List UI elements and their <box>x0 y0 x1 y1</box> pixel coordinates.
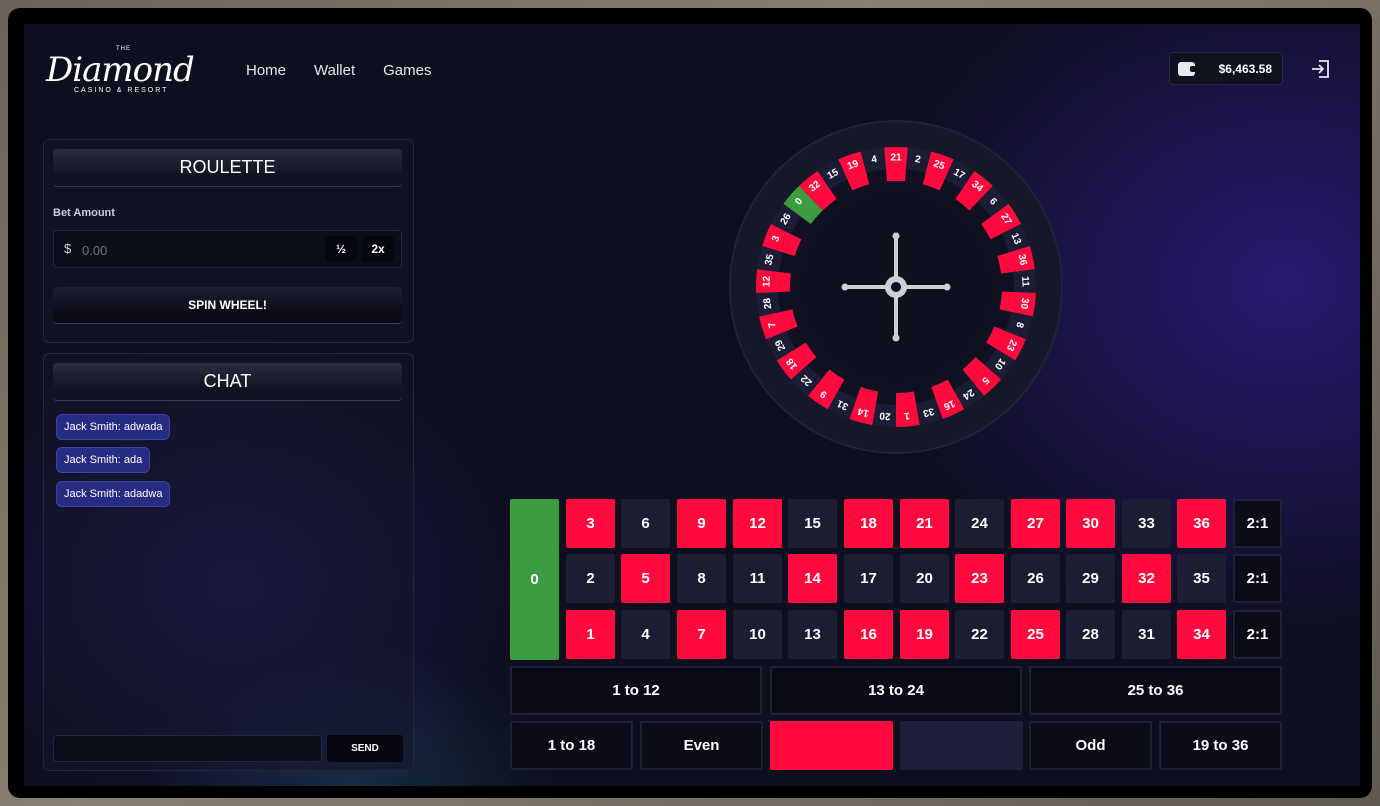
wheel-number: 30 <box>1018 297 1030 310</box>
bet-number[interactable]: 26 <box>1011 554 1060 603</box>
chat-input[interactable] <box>53 735 322 762</box>
bet-number[interactable]: 13 <box>788 610 837 659</box>
bet-odd[interactable]: Odd <box>1029 721 1152 770</box>
bet-even[interactable]: Even <box>640 721 763 770</box>
bet-number[interactable]: 28 <box>1066 610 1115 659</box>
chat-message: Jack Smith: ada <box>56 447 151 473</box>
nav-wallet[interactable]: Wallet <box>314 62 355 79</box>
bet-amount-field: $ ½ 2x <box>53 230 402 268</box>
spin-wheel-button[interactable]: SPIN WHEEL! <box>53 287 402 324</box>
bet-number[interactable]: 11 <box>733 554 782 603</box>
bet-number[interactable]: 3 <box>566 499 615 548</box>
bet-number[interactable]: 19 <box>900 610 949 659</box>
bet-number[interactable]: 6 <box>621 499 670 548</box>
bet-number[interactable]: 5 <box>621 554 670 603</box>
bet-column[interactable]: 2:1 <box>1233 554 1282 603</box>
wheel-number: 20 <box>879 410 891 422</box>
bet-column[interactable]: 2:1 <box>1233 610 1282 659</box>
send-button[interactable]: SEND <box>327 735 403 762</box>
bet-number[interactable]: 12 <box>733 499 782 548</box>
logo-wordmark: Diamond <box>46 50 195 90</box>
bet-low[interactable]: 1 to 18 <box>510 721 633 770</box>
wheel-number: 21 <box>890 153 902 164</box>
balance-amount: $6,463.58 <box>1218 62 1272 76</box>
bet-number[interactable]: 14 <box>788 554 837 603</box>
half-bet-button[interactable]: ½ <box>325 236 357 262</box>
bet-number[interactable]: 4 <box>621 610 670 659</box>
bet-dozen[interactable]: 25 to 36 <box>1029 666 1282 715</box>
wallet-icon <box>1178 62 1197 76</box>
bet-zero[interactable]: 0 <box>510 499 559 660</box>
bet-number[interactable]: 30 <box>1066 499 1115 548</box>
casino-app: THE Diamond CASINO & RESORT Home Wallet … <box>24 24 1360 786</box>
main-nav: Home Wallet Games <box>246 62 432 79</box>
wheel-number: 28 <box>762 297 774 310</box>
bet-number[interactable]: 23 <box>955 554 1004 603</box>
roulette-title: ROULETTE <box>53 149 402 187</box>
bet-amount-label: Bet Amount <box>53 207 115 219</box>
bet-number[interactable]: 34 <box>1177 610 1226 659</box>
bet-number[interactable]: 35 <box>1177 554 1226 603</box>
bet-number[interactable]: 10 <box>733 610 782 659</box>
nav-home[interactable]: Home <box>246 62 286 79</box>
bet-dozen[interactable]: 1 to 12 <box>510 666 762 715</box>
bet-number[interactable]: 31 <box>1122 610 1171 659</box>
bet-number[interactable]: 1 <box>566 610 615 659</box>
bet-number[interactable]: 25 <box>1011 610 1060 659</box>
bet-number[interactable]: 17 <box>844 554 893 603</box>
logout-icon[interactable] <box>1311 60 1331 78</box>
wheel-number: 12 <box>761 275 772 287</box>
double-bet-button[interactable]: 2x <box>362 236 394 262</box>
bet-number[interactable]: 8 <box>677 554 726 603</box>
bet-number[interactable]: 2 <box>566 554 615 603</box>
bet-number[interactable]: 32 <box>1122 554 1171 603</box>
betting-board: 0 3 6 9 12 15 18 21 24 27 30 33 36 2:1 2 5 8 11 14 17 20 23 26… <box>510 499 1282 771</box>
bet-number[interactable]: 27 <box>1011 499 1060 548</box>
logo-tagline: CASINO & RESORT <box>74 87 169 94</box>
bet-number[interactable]: 22 <box>955 610 1004 659</box>
chat-panel: CHAT Jack Smith: adwada Jack Smith: ada … <box>43 353 414 771</box>
bet-number[interactable]: 18 <box>844 499 893 548</box>
bet-number[interactable]: 21 <box>900 499 949 548</box>
bet-amount-input[interactable] <box>80 239 284 261</box>
bet-high[interactable]: 19 to 36 <box>1159 721 1282 770</box>
bet-black[interactable] <box>900 721 1023 770</box>
bet-number[interactable]: 29 <box>1066 554 1115 603</box>
bet-panel: ROULETTE Bet Amount $ ½ 2x SPIN WHEEL! <box>43 139 414 343</box>
bet-number[interactable]: 36 <box>1177 499 1226 548</box>
wallet-balance[interactable]: $6,463.58 <box>1169 52 1283 85</box>
bet-number[interactable]: 16 <box>844 610 893 659</box>
bet-number[interactable]: 33 <box>1122 499 1171 548</box>
currency-symbol: $ <box>64 241 72 256</box>
bet-number[interactable]: 9 <box>677 499 726 548</box>
roulette-wheel: 21 2 2517346271336113082310524163312014319… <box>729 120 1063 454</box>
chat-message: Jack Smith: adadwa <box>56 481 171 507</box>
casino-logo[interactable]: THE Diamond CASINO & RESORT <box>44 46 204 102</box>
bet-red[interactable] <box>770 721 893 770</box>
bet-dozen[interactable]: 13 to 24 <box>770 666 1022 715</box>
bet-number[interactable]: 15 <box>788 499 837 548</box>
bet-column[interactable]: 2:1 <box>1233 499 1282 548</box>
wheel-number: 11 <box>1019 276 1030 287</box>
bet-number[interactable]: 20 <box>900 554 949 603</box>
chat-message: Jack Smith: adwada <box>56 414 171 440</box>
bet-number[interactable]: 24 <box>955 499 1004 548</box>
nav-games[interactable]: Games <box>383 62 431 79</box>
bet-number[interactable]: 7 <box>677 610 726 659</box>
chat-title: CHAT <box>53 363 402 401</box>
